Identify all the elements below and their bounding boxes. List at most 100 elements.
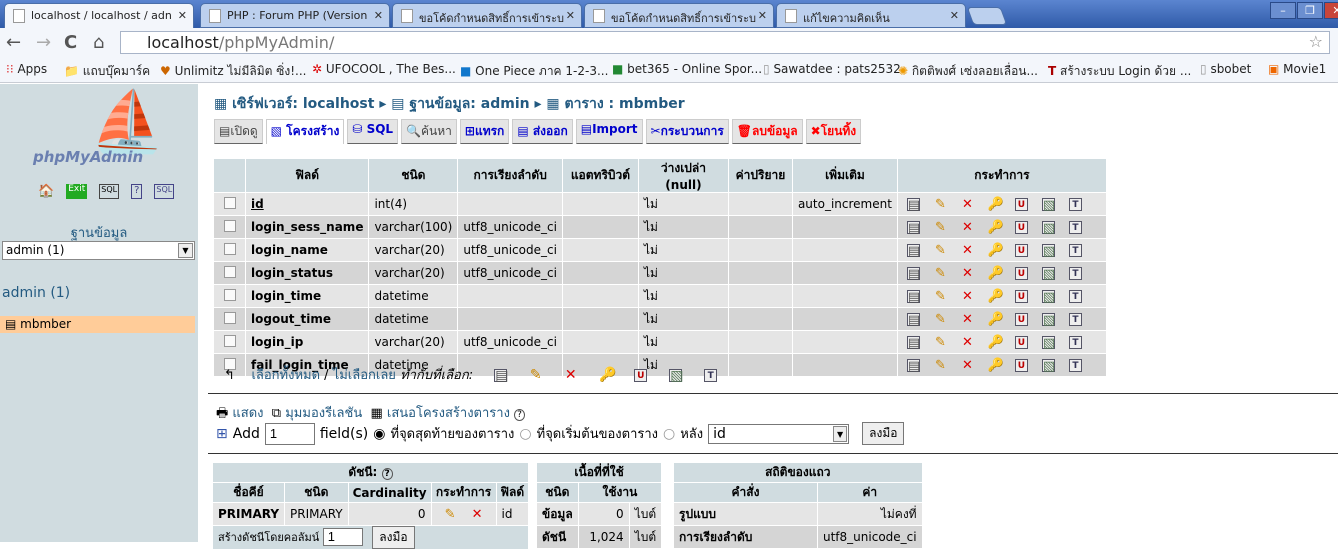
forward-icon[interactable]: → <box>36 32 51 53</box>
fulltext-icon[interactable]: T <box>1068 244 1082 257</box>
edit-icon[interactable]: ✎ <box>934 198 947 211</box>
row-checkbox[interactable] <box>223 242 236 255</box>
bookmark[interactable]: ■ One Piece ภาค 1-2-3... <box>460 62 608 81</box>
row-checkbox[interactable] <box>223 288 236 301</box>
delete-icon[interactable]: ✕ <box>961 290 974 303</box>
bookmark[interactable]: ♥ Unlimitz ไม่มีลิมิต ซิ่ง!... <box>160 62 306 81</box>
primary-key-icon[interactable]: 🔑 <box>988 221 1004 234</box>
tab-export[interactable]: ▤ ส่งออก <box>512 119 573 144</box>
reload-icon[interactable]: C <box>64 32 77 53</box>
edit-icon[interactable]: ✎ <box>934 313 947 326</box>
bookmark[interactable]: ▣ Movie1 <box>1268 62 1326 76</box>
bulk-unique-icon[interactable]: U <box>634 369 648 382</box>
check-all-link[interactable]: เลือกทั้งหมด <box>251 368 320 383</box>
browse-icon[interactable]: ▤ <box>906 221 920 235</box>
delete-icon[interactable]: ✕ <box>961 313 974 326</box>
database-select[interactable]: admin (1) ▼ <box>2 241 195 260</box>
tab-insert[interactable]: ⊞แทรก <box>459 119 510 144</box>
bulk-primary-key-icon[interactable]: 🔑 <box>599 368 616 382</box>
index-icon[interactable]: ▧ <box>1041 267 1055 281</box>
uncheck-all-link[interactable]: ไม่เลือกเลย <box>333 368 396 383</box>
tab-search[interactable]: 🔍ค้นหา <box>401 119 457 144</box>
fulltext-icon[interactable]: T <box>1068 336 1082 349</box>
tab-import[interactable]: ▤Import <box>575 119 643 144</box>
help-icon[interactable]: ? <box>131 184 143 199</box>
primary-key-icon[interactable]: 🔑 <box>988 313 1004 326</box>
radio-after[interactable]: ○ <box>663 426 675 442</box>
index-icon[interactable]: ▧ <box>1041 313 1055 327</box>
index-icon[interactable]: ▧ <box>1041 290 1055 304</box>
close-icon[interactable]: ✕ <box>950 9 959 22</box>
fulltext-icon[interactable]: T <box>1068 313 1082 326</box>
index-icon[interactable]: ▧ <box>1041 336 1055 350</box>
edit-icon[interactable]: ✎ <box>934 359 947 372</box>
create-index-go-button[interactable]: ลงมือ <box>372 526 415 549</box>
close-icon[interactable]: ✕ <box>758 9 767 22</box>
bookmark-apps[interactable]: ⁝⁝ Apps <box>6 62 47 76</box>
browser-tab[interactable]: ขอโค้ดกำหนดสิทธิ์การเข้าระบ ✕ <box>392 3 582 28</box>
star-icon[interactable]: ☆ <box>1309 32 1323 51</box>
exit-icon[interactable]: Exit <box>66 184 88 199</box>
tab-drop[interactable]: ✖โยนทิ้ง <box>805 119 862 144</box>
sidebar-table-item[interactable]: ▤ mbmber <box>0 316 195 333</box>
bulk-delete-icon[interactable]: ✕ <box>564 368 577 382</box>
sql-docs-icon[interactable]: SQL <box>154 184 175 199</box>
tab-browse[interactable]: ▤เปิดดู <box>214 119 263 144</box>
bulk-edit-icon[interactable]: ✎ <box>529 368 542 382</box>
chevron-down-icon[interactable]: ▼ <box>833 425 848 442</box>
delete-icon[interactable]: ✕ <box>961 359 974 372</box>
print-view-link[interactable]: แสดง <box>232 406 263 421</box>
delete-icon[interactable]: ✕ <box>471 508 484 521</box>
edit-icon[interactable]: ✎ <box>934 244 947 257</box>
unique-icon[interactable]: U <box>1014 336 1028 349</box>
index-icon[interactable]: ▧ <box>1041 221 1055 235</box>
url-bar[interactable]: localhost/phpMyAdmin/ ☆ <box>120 31 1330 54</box>
minimize-button[interactable]: – <box>1270 2 1296 19</box>
bookmark[interactable]: ✺ กิตติพงศ์ เซ่งลอยเลื่อน... <box>898 62 1038 81</box>
delete-icon[interactable]: ✕ <box>961 336 974 349</box>
delete-icon[interactable]: ✕ <box>961 244 974 257</box>
header-field[interactable]: ฟิลด์ <box>246 159 369 192</box>
phpmyadmin-logo[interactable]: phpMyAdmin <box>33 148 143 166</box>
browser-tab[interactable]: localhost / localhost / adn ✕ <box>4 3 194 28</box>
fulltext-icon[interactable]: T <box>1068 290 1082 303</box>
help-icon[interactable]: ? <box>514 409 525 421</box>
delete-icon[interactable]: ✕ <box>961 198 974 211</box>
bookmark[interactable]: ▯ sbobet <box>1200 62 1251 76</box>
tab-operations[interactable]: ✂กระบวนการ <box>645 119 729 144</box>
index-icon[interactable]: ▧ <box>1041 359 1055 373</box>
unique-icon[interactable]: U <box>1014 359 1028 372</box>
tab-empty[interactable]: 🗑ลบข้อมูล <box>731 119 803 144</box>
chevron-down-icon[interactable]: ▼ <box>178 243 193 258</box>
primary-key-icon[interactable]: 🔑 <box>988 336 1004 349</box>
home-icon[interactable]: ⌂ <box>93 32 104 53</box>
edit-icon[interactable]: ✎ <box>934 221 947 234</box>
bulk-fulltext-icon[interactable]: T <box>704 369 718 382</box>
browse-icon[interactable]: ▤ <box>906 336 920 350</box>
delete-icon[interactable]: ✕ <box>961 267 974 280</box>
browse-icon[interactable]: ▤ <box>906 359 920 373</box>
help-icon[interactable]: ? <box>381 468 393 480</box>
unique-icon[interactable]: U <box>1014 267 1028 280</box>
bookmark-folder[interactable]: 📁 แถบบุ๊คมาร์ค <box>64 62 150 81</box>
edit-icon[interactable]: ✎ <box>444 508 457 521</box>
primary-key-icon[interactable]: 🔑 <box>988 198 1004 211</box>
create-index-count[interactable] <box>322 527 363 546</box>
bookmark[interactable]: ✲ UFOCOOL , The Bes... <box>312 62 456 76</box>
breadcrumb-table[interactable]: ตาราง : mbmber <box>564 96 684 112</box>
bookmark[interactable]: ▯ Sawatdee : pats2532 <box>763 62 901 76</box>
close-icon[interactable]: ✕ <box>374 9 383 22</box>
row-checkbox[interactable] <box>223 196 236 209</box>
browse-icon[interactable]: ▤ <box>906 244 920 258</box>
browse-icon[interactable]: ▤ <box>906 313 920 327</box>
browse-icon[interactable]: ▤ <box>906 267 920 281</box>
edit-icon[interactable]: ✎ <box>934 290 947 303</box>
bulk-browse-icon[interactable]: ▤ <box>494 369 508 383</box>
unique-icon[interactable]: U <box>1014 290 1028 303</box>
index-icon[interactable]: ▧ <box>1041 198 1055 212</box>
tab-sql[interactable]: ⛁ SQL <box>347 119 399 144</box>
new-tab-button[interactable] <box>966 7 1008 25</box>
bookmark[interactable]: T สร้างระบบ Login ด้วย ... <box>1048 62 1191 81</box>
close-icon[interactable]: ✕ <box>178 9 187 22</box>
sql-query-icon[interactable]: SQL <box>99 184 120 199</box>
